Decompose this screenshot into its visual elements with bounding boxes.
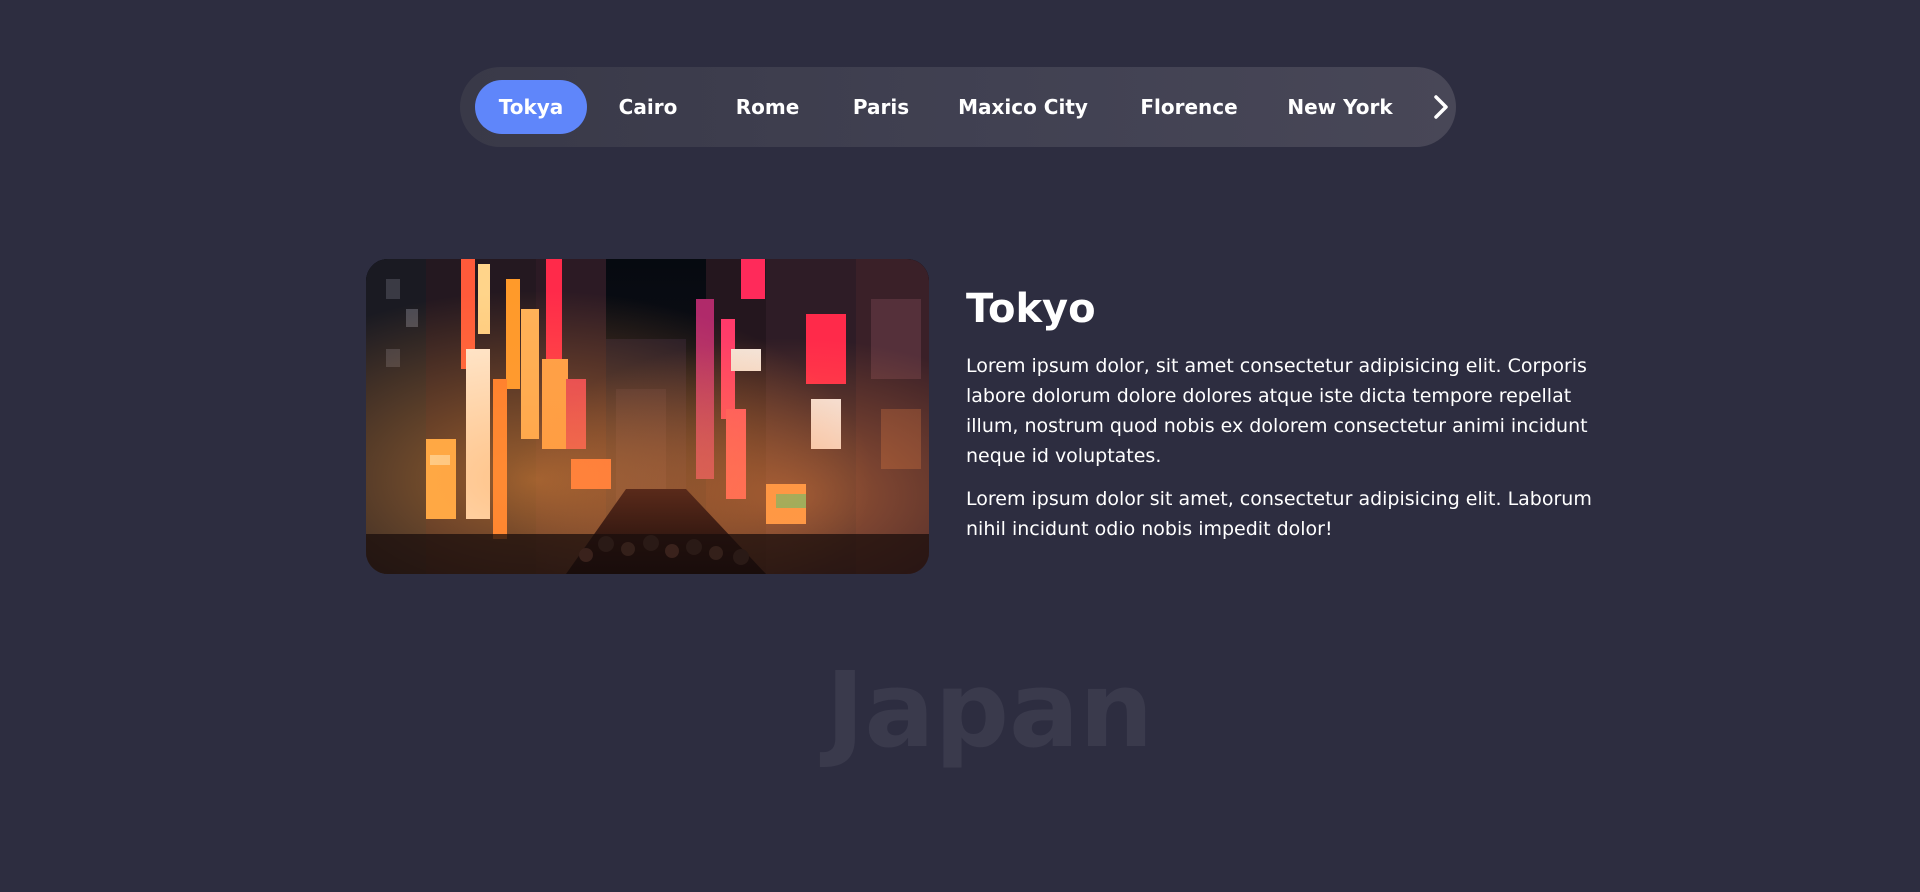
description-paragraph-1: Lorem ipsum dolor, sit amet consectetur … <box>966 355 1588 467</box>
tab-new-york[interactable]: New York <box>1277 80 1403 134</box>
tab-maxico-city[interactable]: Maxico City <box>944 80 1102 134</box>
tab-florence[interactable]: Florence <box>1124 80 1254 134</box>
tab-tokya[interactable]: Tokya <box>475 80 587 134</box>
city-photo <box>366 259 929 574</box>
tab-cairo[interactable]: Cairo <box>593 80 703 134</box>
country-watermark: Japan <box>825 649 1154 771</box>
city-tab-bar: Tokya Cairo Rome Paris Maxico City Flore… <box>460 67 1456 147</box>
description-paragraph-2: Lorem ipsum dolor sit amet, consectetur … <box>966 488 1592 540</box>
tab-rome[interactable]: Rome <box>711 80 824 134</box>
chevron-right-icon[interactable] <box>1430 93 1452 121</box>
tab-paris[interactable]: Paris <box>829 80 933 134</box>
city-title: Tokyo <box>966 286 1096 332</box>
